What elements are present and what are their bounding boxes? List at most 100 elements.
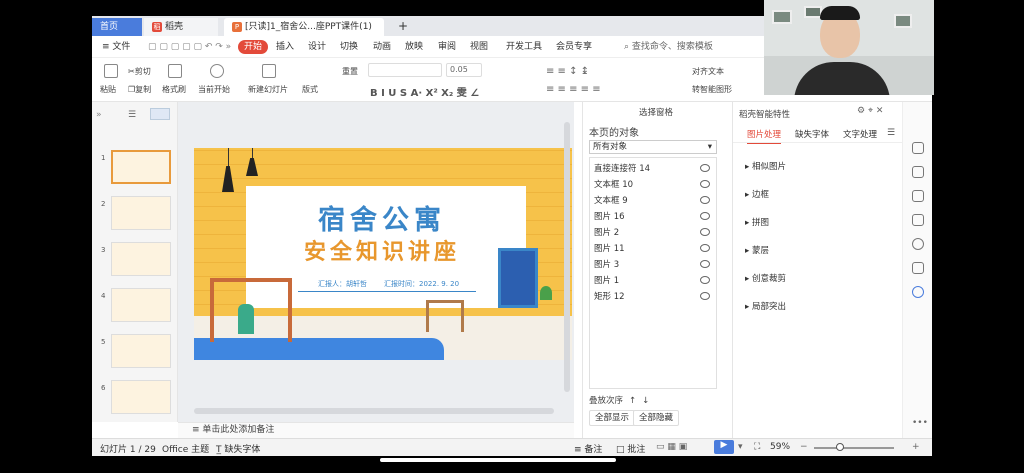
menu-tab-developer[interactable]: 开发工具: [506, 40, 542, 54]
horizontal-scrollbar[interactable]: [194, 408, 554, 414]
slide-thumbnail[interactable]: [111, 196, 171, 230]
outline-view-icon[interactable]: ☰: [128, 110, 136, 120]
tab-home[interactable]: 首页: [92, 18, 142, 36]
menu-tab-insert[interactable]: 插入: [276, 40, 294, 54]
align-text-button[interactable]: 对齐文本: [692, 66, 724, 77]
layout-button[interactable]: 版式: [302, 84, 318, 95]
bring-forward-icon[interactable]: ↑: [629, 396, 636, 406]
view-mode-buttons[interactable]: ▭ ▦ ▣: [656, 442, 687, 452]
menu-tab-member[interactable]: 会员专享: [556, 40, 592, 54]
notes-toggle[interactable]: ≡ 备注: [574, 442, 602, 455]
play-from-current-button[interactable]: 当前开始: [198, 84, 230, 95]
menu-tab-view[interactable]: 视图: [470, 40, 488, 54]
font-size-select[interactable]: 0.05: [446, 63, 482, 77]
object-item[interactable]: 图片 3: [594, 258, 714, 272]
alignment-buttons[interactable]: ≡ ≡ ≡ ≡ ≡: [546, 84, 601, 95]
object-item[interactable]: 矩形 12: [594, 290, 714, 304]
object-item[interactable]: 图片 11: [594, 242, 714, 256]
visibility-eye-icon[interactable]: [700, 260, 710, 268]
text-format-buttons[interactable]: B I U S A· X² X₂ 雯 ∠: [370, 84, 479, 99]
reset-button[interactable]: 重置: [342, 66, 358, 77]
object-item[interactable]: 图片 16: [594, 210, 714, 224]
feature-mask[interactable]: ▸ 蒙层: [745, 244, 769, 256]
help-icon[interactable]: [912, 238, 924, 250]
object-item[interactable]: 图片 1: [594, 274, 714, 288]
paragraph-buttons[interactable]: ≡ ≡ ↕ ↨: [546, 66, 589, 77]
menu-tab-review[interactable]: 审阅: [438, 40, 456, 54]
feature-similar-images[interactable]: ▸ 相似图片: [745, 160, 786, 172]
visibility-eye-icon[interactable]: [700, 212, 710, 220]
magic-icon[interactable]: [912, 190, 924, 202]
feature-local-highlight[interactable]: ▸ 局部突出: [745, 300, 786, 312]
send-backward-icon[interactable]: ↓: [642, 396, 649, 406]
adjust-icon[interactable]: [912, 166, 924, 178]
zoom-level[interactable]: 59%: [770, 442, 790, 452]
format-painter-icon[interactable]: [168, 64, 182, 78]
tab-current-document[interactable]: P [只读]1_宿舍公...座PPT课件(1): [224, 18, 384, 36]
notes-area[interactable]: ≡ 单击此处添加备注: [178, 422, 574, 438]
font-family-select[interactable]: [368, 63, 442, 77]
visibility-eye-icon[interactable]: [700, 292, 710, 300]
backup-icon[interactable]: [912, 262, 924, 274]
tab-docer[interactable]: 稻稻壳: [144, 18, 218, 36]
object-item[interactable]: 图片 2: [594, 226, 714, 240]
close-icon[interactable]: ✕: [876, 106, 884, 116]
object-item[interactable]: 直接连接符 14: [594, 162, 714, 176]
feature-border[interactable]: ▸ 边框: [745, 188, 769, 200]
slide-title-line1[interactable]: 宿舍公寓: [282, 198, 482, 237]
smart-shape-button[interactable]: 转智能图形: [692, 84, 732, 95]
visibility-eye-icon[interactable]: [700, 196, 710, 204]
comment-toggle[interactable]: □ 批注: [616, 442, 645, 455]
vertical-scrollbar[interactable]: [564, 122, 570, 392]
new-slide-button[interactable]: 新建幻灯片: [248, 84, 288, 95]
zoom-in-button[interactable]: +: [912, 442, 920, 452]
object-item[interactable]: 文本框 9: [594, 194, 714, 208]
add-tab-button[interactable]: +: [390, 18, 410, 36]
slide-title-line2[interactable]: 安全知识讲座: [282, 234, 482, 266]
menu-tab-animation[interactable]: 动画: [373, 40, 391, 54]
play-icon[interactable]: [210, 64, 224, 78]
smart-panel-title[interactable]: 稻壳智能特性: [739, 108, 790, 120]
menu-tab-design[interactable]: 设计: [308, 40, 326, 54]
docer-smart-icon[interactable]: [912, 286, 924, 298]
object-item[interactable]: 文本框 10: [594, 178, 714, 192]
visibility-eye-icon[interactable]: [700, 164, 710, 172]
paste-button[interactable]: 粘贴: [100, 84, 116, 95]
cut-button[interactable]: ✂剪切: [128, 66, 151, 77]
tab-text-processing[interactable]: 文字处理: [843, 128, 877, 140]
feature-creative-crop[interactable]: ▸ 创意裁剪: [745, 272, 786, 284]
panel-controls[interactable]: ⚙ ⌖ ✕: [857, 106, 883, 116]
pin-icon[interactable]: ⌖: [868, 106, 873, 116]
slide-thumbnail[interactable]: [111, 288, 171, 322]
object-filter-select[interactable]: 所有对象 ▾: [589, 140, 717, 154]
more-icon[interactable]: •••: [912, 418, 928, 428]
layers-icon[interactable]: [912, 214, 924, 226]
file-menu[interactable]: ≡ 文件: [102, 40, 130, 54]
feature-collage[interactable]: ▸ 拼图: [745, 216, 769, 228]
current-slide[interactable]: 宿舍公寓 安全知识讲座 汇报人：胡轩哲 汇报时间：2022. 9. 20: [194, 148, 572, 360]
thumbnail-view-icon[interactable]: [150, 108, 170, 120]
slide-thumbnail[interactable]: [111, 334, 171, 368]
play-slideshow-button[interactable]: ▶: [714, 440, 734, 454]
zoom-out-button[interactable]: −: [800, 442, 808, 452]
hide-all-button[interactable]: 全部隐藏: [633, 410, 680, 426]
zoom-slider-handle[interactable]: [836, 443, 844, 451]
paste-icon[interactable]: [104, 64, 118, 78]
menu-tab-transition[interactable]: 切换: [340, 40, 358, 54]
slide-date[interactable]: 汇报时间：2022. 9. 20: [384, 279, 459, 289]
fit-window-icon[interactable]: ⛶: [754, 442, 760, 452]
command-search[interactable]: ⌕ 查找命令、搜索模板: [624, 40, 713, 54]
settings-icon[interactable]: ⚙: [857, 106, 865, 116]
slide-thumbnail[interactable]: [111, 150, 171, 184]
visibility-eye-icon[interactable]: [700, 244, 710, 252]
more-menu-icon[interactable]: ☰: [887, 128, 895, 138]
copy-button[interactable]: ❐复制: [128, 84, 151, 95]
visibility-eye-icon[interactable]: [700, 276, 710, 284]
quick-access-toolbar[interactable]: ▢ ▢ ▢ ▢ ▢ ↶ ↷ »: [148, 40, 231, 54]
slide-thumbnail[interactable]: [111, 380, 171, 414]
smart-tools-icon[interactable]: [912, 142, 924, 154]
visibility-eye-icon[interactable]: [700, 180, 710, 188]
menu-tab-slideshow[interactable]: 放映: [405, 40, 423, 54]
show-all-button[interactable]: 全部显示: [589, 410, 636, 426]
menu-tab-home[interactable]: 开始: [238, 40, 269, 54]
